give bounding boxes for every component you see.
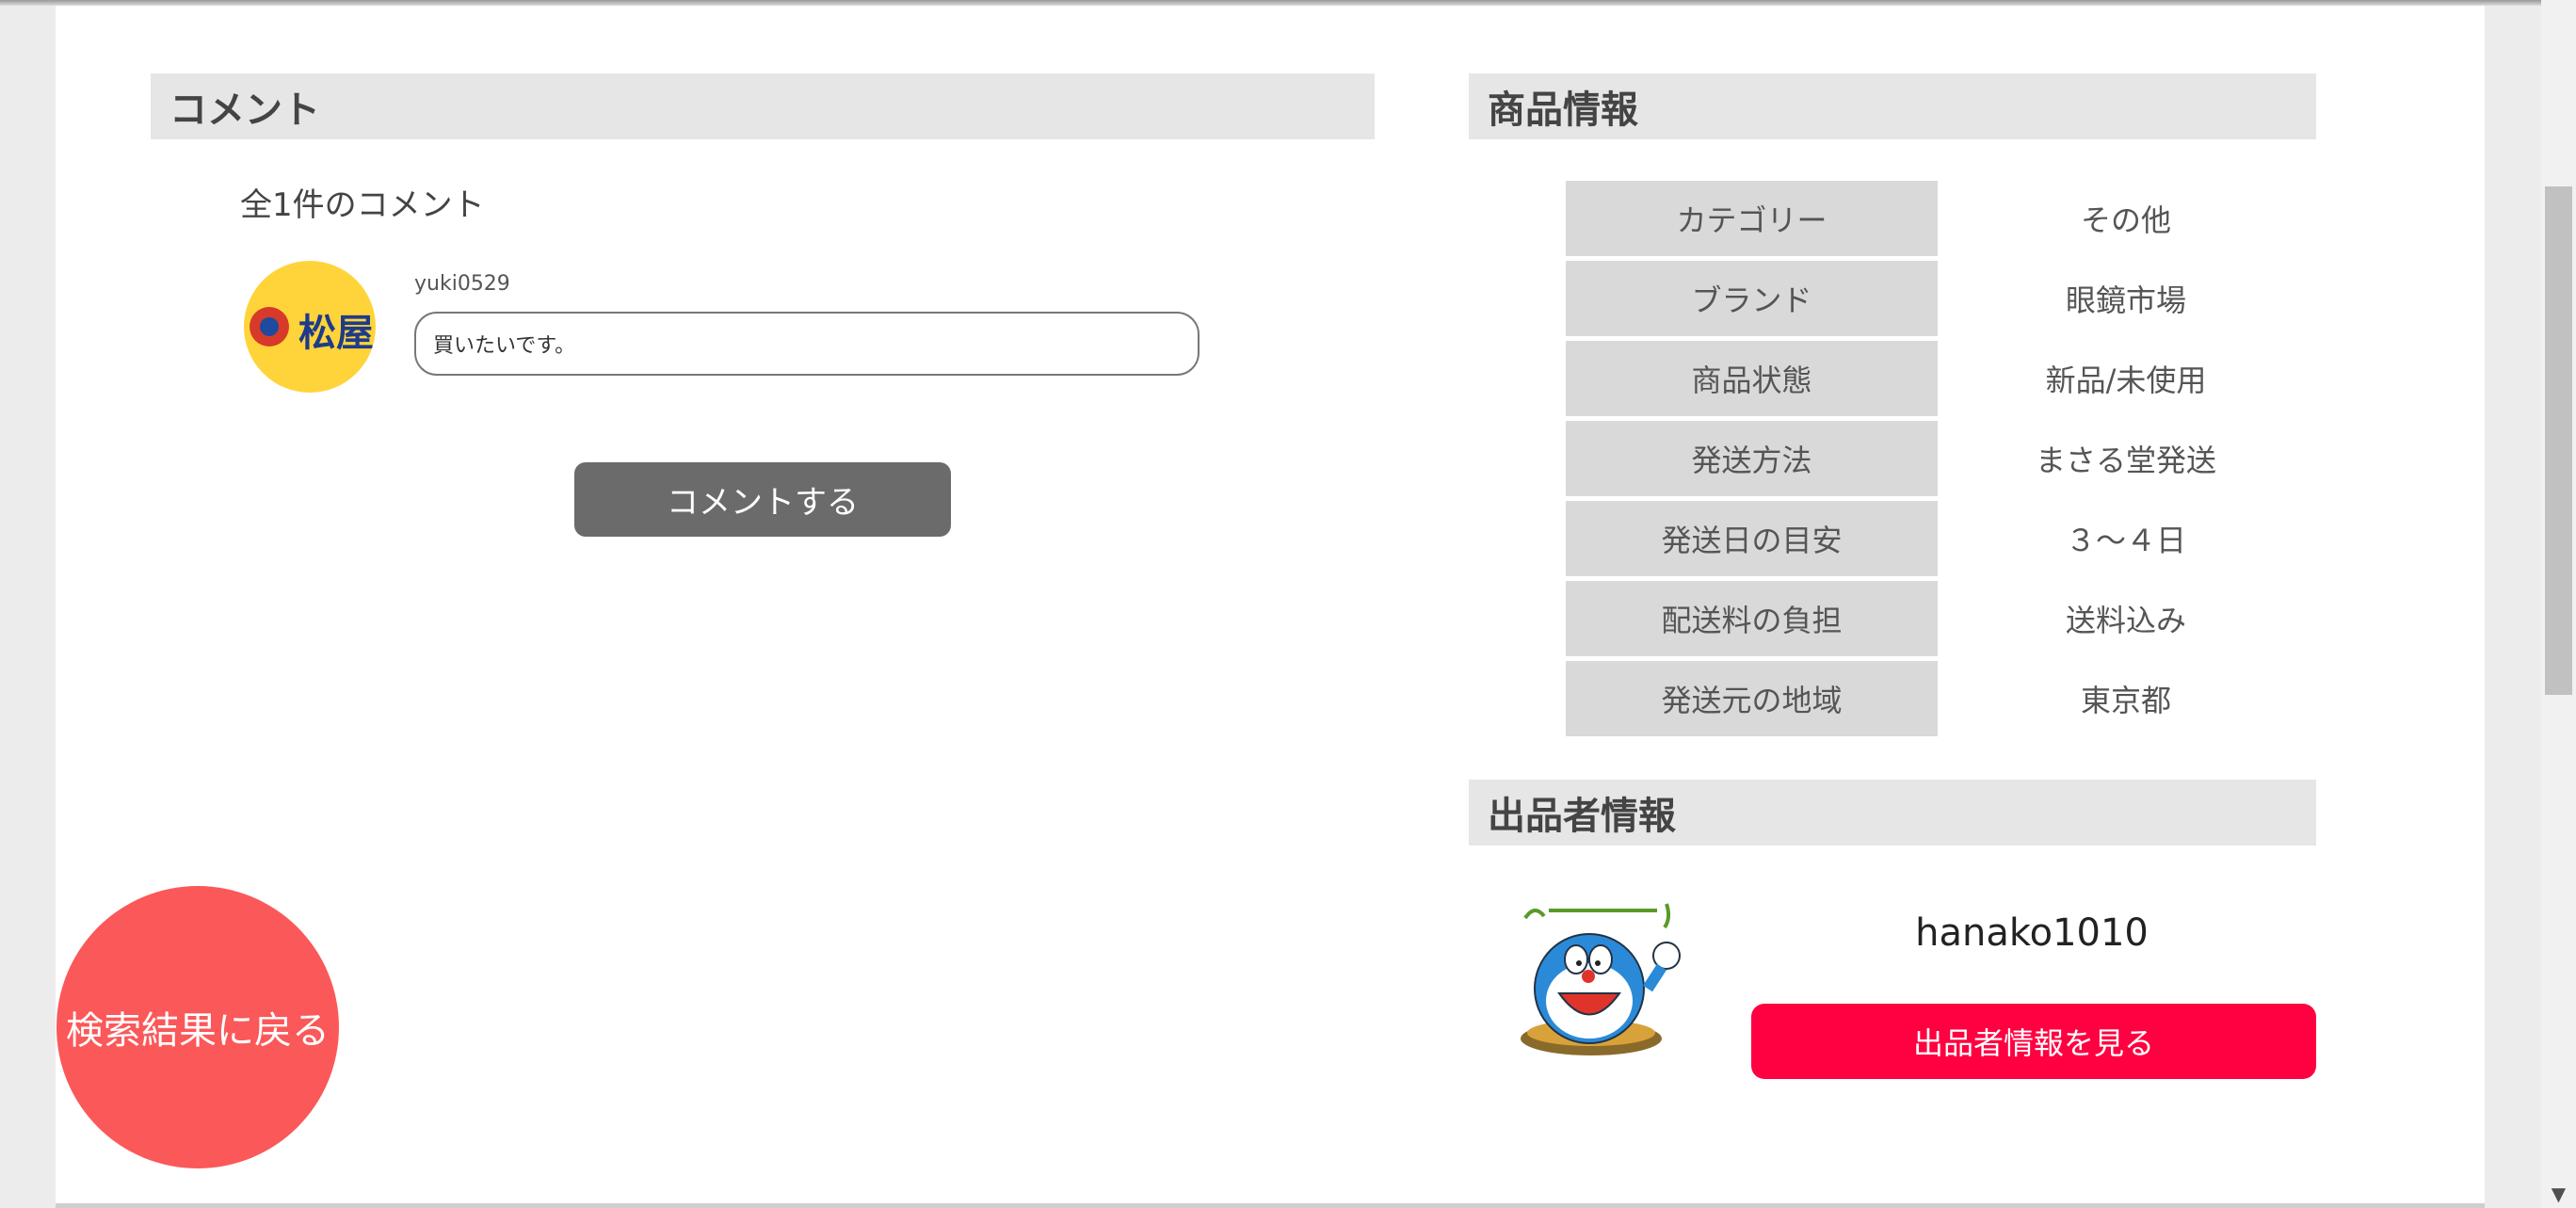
info-row-shipping-method: 発送方法 まさる堂発送 bbox=[1566, 421, 2314, 496]
character-avatar-icon[interactable] bbox=[1506, 899, 1695, 1059]
info-row-condition: 商品状態 新品/未使用 bbox=[1566, 341, 2314, 416]
comments-section-header: コメント bbox=[151, 73, 1375, 139]
back-to-results-button[interactable]: 検索結果に戻る bbox=[56, 886, 339, 1168]
info-label: ブランド bbox=[1566, 261, 1938, 336]
product-info-section-header: 商品情報 bbox=[1469, 73, 2316, 139]
info-row-shipping-fee: 配送料の負担 送料込み bbox=[1566, 581, 2314, 656]
comment-bubble: 買いたいです。 bbox=[414, 312, 1199, 376]
bottom-border bbox=[56, 1203, 2485, 1208]
matsuya-logo-icon bbox=[250, 307, 289, 346]
info-label: 商品状態 bbox=[1566, 341, 1938, 416]
seller-name[interactable]: hanako1010 bbox=[1751, 911, 2312, 955]
comment-text: 買いたいです。 bbox=[433, 334, 576, 358]
info-row-category: カテゴリー その他 bbox=[1566, 181, 2314, 256]
product-info-section-title: 商品情報 bbox=[1488, 89, 1638, 132]
info-label: 発送日の目安 bbox=[1566, 501, 1938, 576]
commenter-avatar[interactable]: 松屋 bbox=[244, 261, 376, 393]
vertical-scrollbar[interactable]: ▼ bbox=[2541, 0, 2576, 1208]
info-value: 新品/未使用 bbox=[2045, 362, 2207, 398]
info-value: まさる堂発送 bbox=[2035, 443, 2216, 478]
info-label: カテゴリー bbox=[1566, 181, 1938, 256]
seller-section-title: 出品者情報 bbox=[1488, 795, 1676, 838]
comment-count: 全1件のコメント bbox=[240, 186, 485, 224]
info-label: 配送料の負担 bbox=[1566, 581, 1938, 656]
info-label: 発送元の地域 bbox=[1566, 661, 1938, 736]
matsuya-logo-text: 松屋 bbox=[298, 311, 374, 355]
info-value: ３～４日 bbox=[2065, 523, 2186, 558]
info-row-shipping-days: 発送日の目安 ３～４日 bbox=[1566, 501, 2314, 576]
scrollbar-thumb[interactable] bbox=[2545, 186, 2572, 695]
info-label: 発送方法 bbox=[1566, 421, 1938, 496]
info-value: 東京都 bbox=[2080, 683, 2171, 718]
product-info-table: カテゴリー その他 ブランド 眼鏡市場 商品状態 新品/未使用 発送方法 まさる… bbox=[1566, 181, 2314, 741]
info-row-brand: ブランド 眼鏡市場 bbox=[1566, 261, 2314, 336]
comment-username[interactable]: yuki0529 bbox=[414, 272, 510, 296]
info-value: 送料込み bbox=[2065, 603, 2186, 638]
view-seller-button[interactable]: 出品者情報を見る bbox=[1751, 1004, 2316, 1079]
comment-submit-button[interactable]: コメントする bbox=[574, 462, 951, 537]
comments-section-title: コメント bbox=[169, 89, 320, 132]
info-value: その他 bbox=[2080, 202, 2171, 238]
seller-section-header: 出品者情報 bbox=[1469, 780, 2316, 846]
info-row-ship-from: 発送元の地域 東京都 bbox=[1566, 661, 2314, 736]
info-value: 眼鏡市場 bbox=[2065, 282, 2186, 318]
scroll-down-arrow-icon[interactable]: ▼ bbox=[2541, 1182, 2576, 1206]
